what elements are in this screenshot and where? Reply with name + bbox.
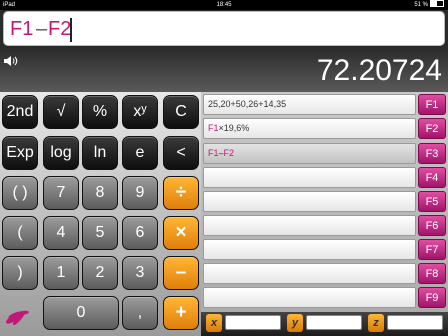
log-key[interactable]: log (43, 136, 79, 170)
clear-key[interactable]: C (163, 95, 199, 129)
variable-z-field[interactable] (387, 315, 443, 330)
function-row-9[interactable] (203, 287, 416, 308)
ln-key[interactable]: ln (82, 136, 118, 170)
multiply-key[interactable]: × (163, 216, 199, 250)
f1-button[interactable]: F1 (418, 94, 446, 115)
function-row-2[interactable]: F1×19,6% (203, 118, 416, 139)
expression-operator: – (36, 18, 48, 40)
digit-5-key[interactable]: 5 (82, 216, 118, 250)
function-row-8[interactable] (203, 263, 416, 284)
power-key[interactable]: xʸ (122, 95, 158, 129)
digit-0-key[interactable]: 0 (43, 296, 119, 330)
open-paren-key[interactable]: ( (2, 216, 38, 250)
digit-1-key[interactable]: 1 (43, 256, 79, 290)
status-bar: iPad 18:45 51 % (0, 0, 448, 10)
function-row-3-ref-2: F2 (223, 148, 235, 158)
digit-8-key[interactable]: 8 (82, 176, 118, 210)
function-row-3-ref-1: F1 (208, 148, 219, 158)
f7-button[interactable]: F7 (418, 239, 446, 260)
battery-icon (430, 0, 444, 7)
f6-button[interactable]: F6 (418, 215, 446, 236)
comma-key[interactable]: , (122, 296, 158, 330)
divide-key[interactable]: ÷ (163, 176, 199, 210)
expression-input[interactable]: F1 – F2 (3, 11, 445, 46)
digit-9-key[interactable]: 9 (122, 176, 158, 210)
digit-6-key[interactable]: 6 (122, 216, 158, 250)
battery-indicator: 51 % (414, 0, 444, 10)
variable-y-label: y (287, 314, 303, 332)
function-row-6[interactable] (203, 215, 416, 236)
function-row-1[interactable]: 25,20+50,26+14,35 (203, 94, 416, 115)
exp-key[interactable]: Exp (2, 136, 38, 170)
function-row-4[interactable] (203, 167, 416, 188)
f8-button[interactable]: F8 (418, 263, 446, 284)
clock: 18:45 (216, 2, 232, 8)
result-value: 72.20724 (316, 54, 442, 87)
variable-x-field[interactable] (225, 315, 281, 330)
second-function-key[interactable]: 2nd (2, 95, 38, 129)
digit-3-key[interactable]: 3 (122, 256, 158, 290)
function-row-3[interactable]: F1–F2 (203, 143, 416, 164)
function-row-5[interactable] (203, 191, 416, 212)
add-key[interactable]: + (163, 296, 199, 330)
percent-key[interactable]: % (82, 95, 118, 129)
variable-x-label: x (206, 314, 222, 332)
battery-percent: 51 % (414, 2, 428, 8)
digit-4-key[interactable]: 4 (43, 216, 79, 250)
expression-ref-1: F1 (10, 18, 34, 40)
result-display: 72.20724 (0, 48, 448, 92)
variable-z-label: z (368, 314, 384, 332)
variable-y-field[interactable] (306, 315, 362, 330)
function-row-1-text: 25,20+50,26+14,35 (208, 99, 287, 109)
digit-2-key[interactable]: 2 (82, 256, 118, 290)
expression-ref-2: F2 (48, 18, 72, 40)
function-row-7[interactable] (203, 239, 416, 260)
function-row-2-ref: F1 (208, 123, 219, 133)
f9-button[interactable]: F9 (418, 287, 446, 308)
subtract-key[interactable]: – (163, 256, 199, 290)
digit-7-key[interactable]: 7 (43, 176, 79, 210)
f5-button[interactable]: F5 (418, 191, 446, 212)
euler-key[interactable]: e (122, 136, 158, 170)
app-logo-icon[interactable] (4, 303, 32, 329)
text-caret (70, 18, 72, 42)
sqrt-key[interactable]: √ (43, 95, 79, 129)
close-paren-key[interactable]: ) (2, 256, 38, 290)
f4-button[interactable]: F4 (418, 167, 446, 188)
speaker-icon[interactable] (4, 56, 18, 66)
function-row-2-text: ×19,6% (218, 123, 250, 133)
backspace-key[interactable]: < (163, 136, 199, 170)
parentheses-key[interactable]: ( ) (2, 176, 38, 210)
f2-button[interactable]: F2 (418, 118, 446, 139)
f3-button[interactable]: F3 (418, 143, 446, 164)
